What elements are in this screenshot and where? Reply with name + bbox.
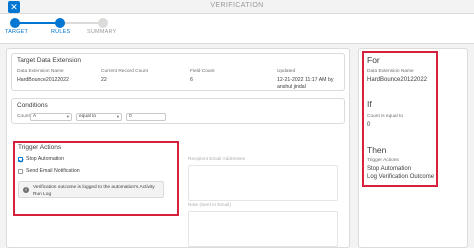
note-label: Note (Sent in Email) xyxy=(188,203,231,208)
col-de-name: Data Extension Name xyxy=(17,69,64,74)
chevron-down-icon: ▾ xyxy=(116,114,119,119)
step-summary-dot[interactable] xyxy=(98,18,108,28)
progress-stepper: TARGET RULES SUMMARY xyxy=(0,14,474,44)
note-input[interactable] xyxy=(188,211,338,247)
condition-field-value: A xyxy=(33,114,37,119)
col-field-count: Field Count xyxy=(190,69,215,74)
condition-field-label: Count xyxy=(17,114,30,119)
value-updated: 12-21-2022 11:17 AM by anshul jindal xyxy=(277,77,334,90)
condition-operator-value: equal to xyxy=(79,114,97,119)
step-summary-label: SUMMARY xyxy=(87,29,117,35)
value-record-count: 22 xyxy=(101,77,107,83)
value-de-name: HardBounce20122022 xyxy=(17,77,69,83)
condition-operator-select[interactable]: equal to ▾ xyxy=(76,113,122,121)
step-rules-dot[interactable] xyxy=(55,18,65,28)
recipient-label: Recipient Email Addresses xyxy=(188,157,246,162)
summary-highlight-box xyxy=(362,51,438,187)
window-title: VERIFICATION xyxy=(210,2,264,9)
value-field-count: 6 xyxy=(190,77,193,83)
target-title: Target Data Extension xyxy=(17,57,81,64)
main-panel: Target Data Extension Data Extension Nam… xyxy=(6,48,350,248)
condition-field-select[interactable]: A ▾ xyxy=(30,113,72,121)
col-record-count: Current Record Count xyxy=(101,69,148,74)
step-rules-label: RULES xyxy=(51,29,71,35)
step-target-label: TARGET xyxy=(5,29,29,35)
conditions-title: Conditions xyxy=(17,102,48,109)
condition-value: 0 xyxy=(129,114,132,119)
col-updated: Updated xyxy=(277,69,296,74)
conditions-section: Conditions Count A ▾ equal to ▾ 0 xyxy=(11,98,345,124)
window-header: ✕ VERIFICATION xyxy=(0,0,474,14)
condition-value-input[interactable]: 0 xyxy=(126,113,166,121)
step-target-dot[interactable] xyxy=(10,18,20,28)
summary-panel: For Data Extension Name HardBounce201220… xyxy=(358,48,468,248)
recipient-input[interactable] xyxy=(188,165,338,201)
target-section: Target Data Extension Data Extension Nam… xyxy=(11,53,345,91)
trigger-highlight-box xyxy=(13,141,179,216)
chevron-down-icon: ▾ xyxy=(66,114,69,119)
